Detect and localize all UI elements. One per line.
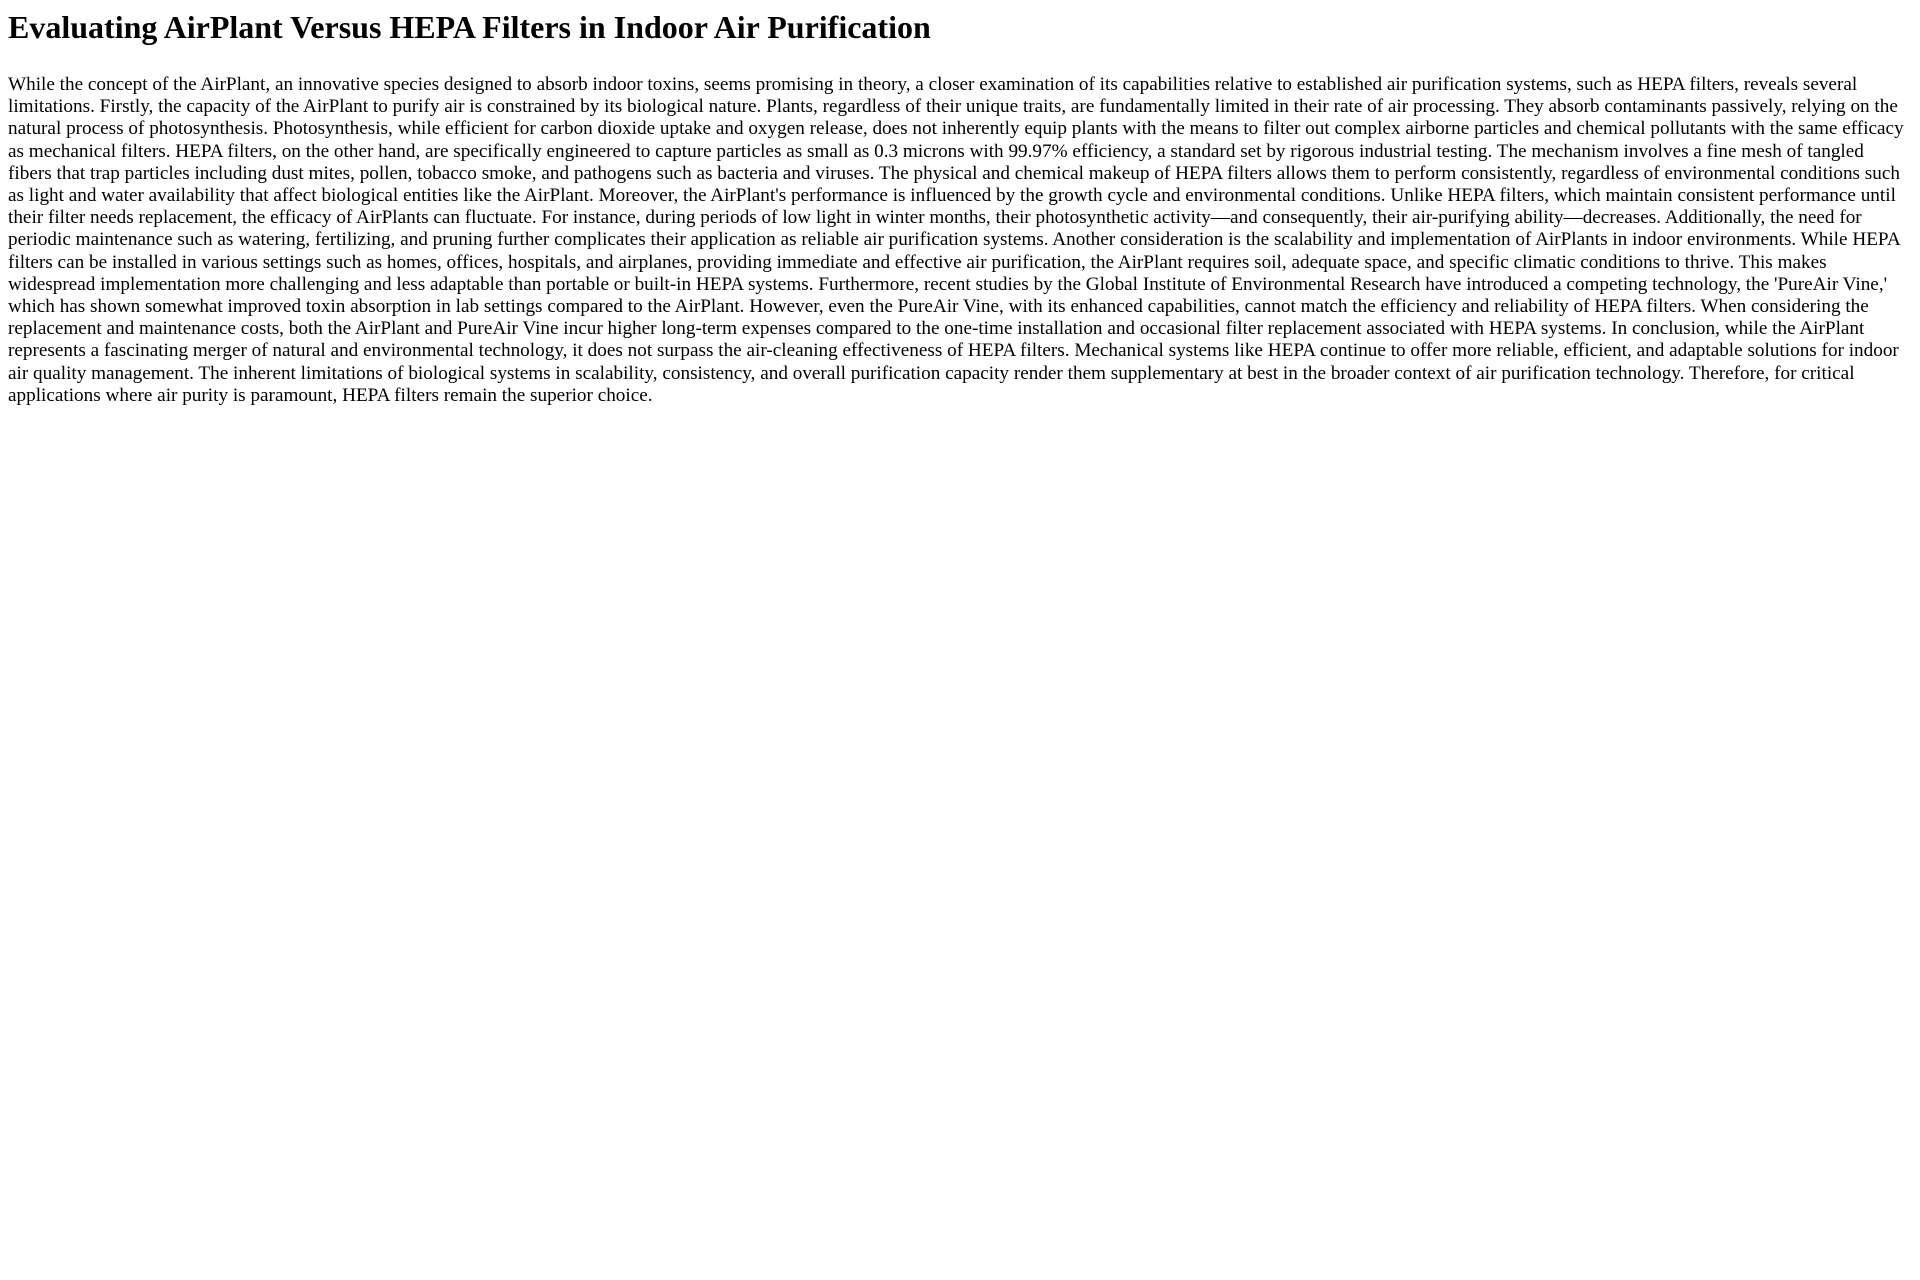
body-paragraph: While the concept of the AirPlant, an in… bbox=[8, 74, 1904, 406]
page-title: Evaluating AirPlant Versus HEPA Filters … bbox=[8, 9, 931, 45]
document-page: Evaluating AirPlant Versus HEPA Filters … bbox=[0, 0, 1920, 1280]
